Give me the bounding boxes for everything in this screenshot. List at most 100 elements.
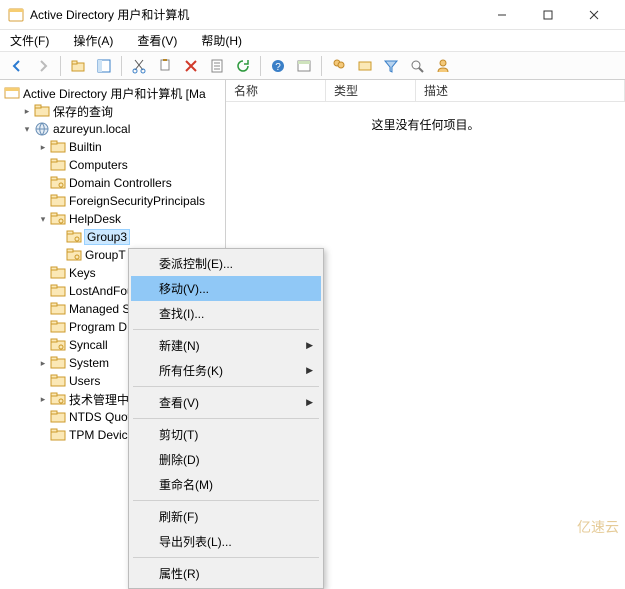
context-menu-item-label: 属性(R) xyxy=(159,565,200,582)
menu-file[interactable]: 文件(F) xyxy=(6,30,53,51)
twisty-icon[interactable]: ▾ xyxy=(36,212,50,226)
toolbar-separator xyxy=(321,56,322,76)
context-menu-item[interactable]: 移动(V)... xyxy=(131,276,321,301)
domain-icon xyxy=(34,121,50,137)
tree-item-label: ForeignSecurityPrincipals xyxy=(69,194,205,208)
twisty-icon[interactable]: ▸ xyxy=(36,140,50,154)
twisty-icon[interactable]: ▸ xyxy=(36,392,50,406)
column-name[interactable]: 名称 xyxy=(226,80,326,101)
context-menu-item[interactable]: 删除(D) xyxy=(131,447,321,472)
tree-item[interactable]: ▸ 保存的查询 xyxy=(2,102,223,120)
tree-item-label: GroupT xyxy=(85,248,126,262)
tree-item[interactable]: Group3 xyxy=(2,228,223,246)
context-menu-item[interactable]: 刷新(F) xyxy=(131,504,321,529)
twisty-icon xyxy=(36,338,50,352)
twisty-icon[interactable]: ▾ xyxy=(20,122,34,136)
context-menu-separator xyxy=(133,329,319,330)
column-type[interactable]: 类型 xyxy=(326,80,416,101)
tree-item[interactable]: Domain Controllers xyxy=(2,174,223,192)
context-menu-item-label: 刷新(F) xyxy=(159,508,198,525)
context-menu: 委派控制(E)...移动(V)...查找(I)...新建(N)▶所有任务(K)▶… xyxy=(128,248,324,589)
tree-item-label: Program D xyxy=(69,320,127,334)
window-title: Active Directory 用户和计算机 xyxy=(30,6,479,23)
folder-icon xyxy=(50,265,66,281)
twisty-icon xyxy=(36,284,50,298)
tree-item[interactable]: Computers xyxy=(2,156,223,174)
submenu-arrow-icon: ▶ xyxy=(306,365,313,376)
tree-item-label: Syncall xyxy=(69,338,108,352)
context-menu-item[interactable]: 查找(I)... xyxy=(131,301,321,326)
toolbar: ? xyxy=(0,52,625,80)
context-menu-separator xyxy=(133,557,319,558)
ou-icon xyxy=(50,391,66,407)
context-menu-item[interactable]: 属性(R) xyxy=(131,561,321,586)
tree-item-label: LostAndFou xyxy=(69,284,134,298)
context-menu-item[interactable]: 重命名(M) xyxy=(131,472,321,497)
maximize-button[interactable] xyxy=(525,0,571,30)
properties-button[interactable] xyxy=(206,55,228,77)
context-menu-item-label: 导出列表(L)... xyxy=(159,533,232,550)
tree-item[interactable]: ▾ HelpDesk xyxy=(2,210,223,228)
back-button[interactable] xyxy=(6,55,28,77)
folder-icon xyxy=(50,427,66,443)
context-menu-separator xyxy=(133,500,319,501)
tree-item[interactable]: ▸Builtin xyxy=(2,138,223,156)
folder-icon xyxy=(50,139,66,155)
column-desc[interactable]: 描述 xyxy=(416,80,625,101)
help-button[interactable]: ? xyxy=(267,55,289,77)
ou-icon xyxy=(50,211,66,227)
folder-icon xyxy=(50,283,66,299)
add-user-icon[interactable] xyxy=(432,55,454,77)
context-menu-item[interactable]: 新建(N)▶ xyxy=(131,333,321,358)
copy-button[interactable] xyxy=(154,55,176,77)
twisty-icon xyxy=(36,410,50,424)
context-menu-item[interactable]: 所有任务(K)▶ xyxy=(131,358,321,383)
tree-item-label: NTDS Quot xyxy=(69,410,131,424)
folder-icon xyxy=(34,103,50,119)
delete-button[interactable] xyxy=(180,55,202,77)
folder-icon xyxy=(50,301,66,317)
tree-item-label: 技术管理中 xyxy=(69,391,129,408)
toolbar-separator xyxy=(260,56,261,76)
show-hide-tree-button[interactable] xyxy=(93,55,115,77)
forward-button[interactable] xyxy=(32,55,54,77)
context-menu-item[interactable]: 剪切(T) xyxy=(131,422,321,447)
context-menu-item-label: 剪切(T) xyxy=(159,426,198,443)
tree-root-label: Active Directory 用户和计算机 [Ma xyxy=(23,85,206,102)
folder-icon xyxy=(50,409,66,425)
ou-icon xyxy=(50,337,66,353)
tree-item-label: HelpDesk xyxy=(69,212,121,226)
tree-item-label: Computers xyxy=(69,158,128,172)
search-button[interactable] xyxy=(406,55,428,77)
context-menu-item[interactable]: 查看(V)▶ xyxy=(131,390,321,415)
menu-action[interactable]: 操作(A) xyxy=(69,30,117,51)
minimize-button[interactable] xyxy=(479,0,525,30)
menu-view[interactable]: 查看(V) xyxy=(133,30,181,51)
filter-button[interactable] xyxy=(380,55,402,77)
find-users-icon[interactable] xyxy=(328,55,350,77)
up-button[interactable] xyxy=(67,55,89,77)
context-menu-item-label: 查找(I)... xyxy=(159,305,204,322)
tree-item[interactable]: ForeignSecurityPrincipals xyxy=(2,192,223,210)
twisty-icon[interactable]: ▸ xyxy=(36,356,50,370)
tree-item-label: Keys xyxy=(69,266,96,280)
tree-item-label: TPM Device xyxy=(69,428,134,442)
tree-item[interactable]: ▾azureyun.local xyxy=(2,120,223,138)
context-menu-item[interactable]: 导出列表(L)... xyxy=(131,529,321,554)
folder-icon xyxy=(50,157,66,173)
twisty-icon[interactable]: ▸ xyxy=(20,104,34,118)
context-menu-item-label: 移动(V)... xyxy=(159,280,209,297)
refresh-button[interactable] xyxy=(232,55,254,77)
find-objects-icon[interactable] xyxy=(354,55,376,77)
cut-button[interactable] xyxy=(128,55,150,77)
tree-item-label: Domain Controllers xyxy=(69,176,172,190)
tree-root[interactable]: Active Directory 用户和计算机 [Ma xyxy=(2,84,223,102)
close-button[interactable] xyxy=(571,0,617,30)
context-menu-item-label: 新建(N) xyxy=(159,337,200,354)
export-button[interactable] xyxy=(293,55,315,77)
menu-help[interactable]: 帮助(H) xyxy=(197,30,246,51)
context-menu-item[interactable]: 委派控制(E)... xyxy=(131,251,321,276)
ou-icon xyxy=(66,247,82,263)
twisty-icon xyxy=(36,428,50,442)
tree-item-label: 保存的查询 xyxy=(53,103,113,120)
